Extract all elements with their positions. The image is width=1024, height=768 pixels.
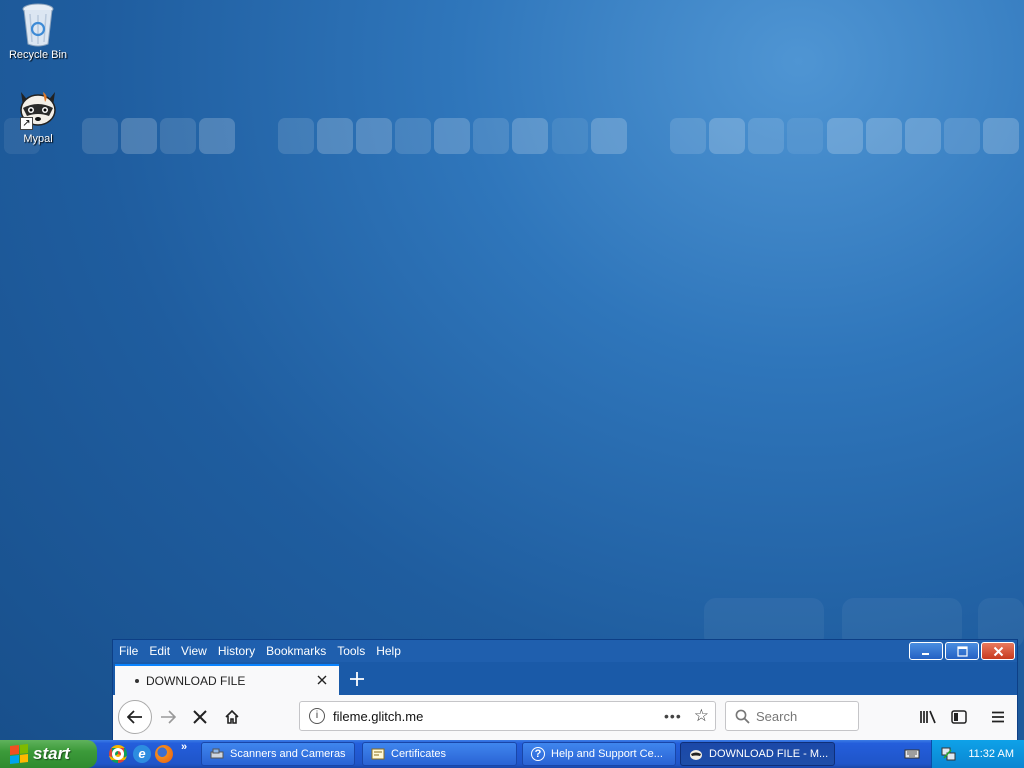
close-icon (993, 646, 1003, 656)
stop-button[interactable] (185, 702, 215, 732)
task-scanners-and-cameras[interactable]: Scanners and Cameras (201, 742, 355, 766)
task-help-and-support[interactable]: ? Help and Support Ce... (522, 742, 676, 766)
task-certificates[interactable]: Certificates (362, 742, 517, 766)
new-tab-button[interactable] (344, 666, 370, 692)
url-text: fileme.glitch.me (333, 708, 424, 724)
quick-launch-more-icon[interactable]: » (181, 741, 187, 753)
start-button[interactable]: start (0, 740, 97, 768)
tab-close-button[interactable] (311, 672, 333, 690)
back-arrow-icon (127, 710, 142, 724)
maximize-button[interactable] (945, 642, 979, 660)
sidebar-icon (951, 710, 967, 724)
mypal-icon (689, 747, 703, 761)
tab-loading-icon (135, 678, 139, 683)
desktop-icon-label: Recycle Bin (8, 49, 68, 61)
menu-help[interactable]: Help (376, 644, 401, 658)
help-icon: ? (531, 747, 545, 761)
firefox-icon[interactable] (155, 745, 173, 763)
keyboard-icon[interactable] (904, 746, 920, 763)
menu-tools[interactable]: Tools (337, 644, 365, 658)
maximize-icon (956, 645, 968, 657)
menu-button[interactable] (985, 704, 1011, 730)
window-controls (907, 642, 1015, 660)
search-placeholder: Search (756, 708, 798, 724)
shortcut-arrow-icon: ↗ (20, 117, 33, 130)
plus-icon (350, 672, 364, 686)
home-button[interactable] (217, 702, 247, 732)
menu-bookmarks[interactable]: Bookmarks (266, 644, 326, 658)
menu-bar: File Edit View History Bookmarks Tools H… (113, 640, 1017, 662)
recycle-bin-icon (18, 2, 58, 47)
wallpaper-tiles (0, 116, 1024, 156)
minimize-icon (922, 653, 929, 655)
start-label: start (33, 744, 70, 763)
menu-file[interactable]: File (119, 644, 138, 658)
windows-flag-icon (10, 744, 28, 764)
internet-explorer-icon[interactable]: e (133, 745, 151, 763)
task-download-file-mypal[interactable]: DOWNLOAD FILE - M... (680, 742, 835, 766)
taskbar: start e » Scanners and Cameras Certifica… (0, 740, 1024, 768)
raccoon-icon: ↗ (18, 86, 58, 130)
stop-icon (193, 710, 207, 724)
library-icon (920, 710, 936, 724)
scanner-icon (210, 747, 224, 761)
tab-title: DOWNLOAD FILE (146, 673, 246, 688)
bookmark-star-icon[interactable]: ☆ (694, 706, 709, 726)
search-input[interactable]: Search (725, 701, 859, 731)
menu-history[interactable]: History (218, 644, 255, 658)
certificate-icon (371, 747, 385, 761)
browser-window: File Edit View History Bookmarks Tools H… (112, 639, 1018, 741)
close-icon (317, 675, 327, 684)
forward-button[interactable] (153, 702, 183, 732)
forward-arrow-icon (161, 710, 176, 724)
task-label: Help and Support Ce... (551, 748, 663, 760)
desktop-icon-recycle-bin[interactable]: Recycle Bin (0, 2, 76, 61)
navigation-toolbar: i fileme.glitch.me ••• ☆ Search (113, 695, 1017, 741)
task-label: Scanners and Cameras (230, 748, 346, 760)
system-tray: 11:32 AM (931, 740, 1024, 768)
desktop-icon-label: Mypal (23, 133, 53, 145)
home-icon (225, 709, 239, 724)
task-label: DOWNLOAD FILE - M... (709, 748, 829, 760)
chrome-icon[interactable] (109, 745, 127, 763)
search-icon (735, 709, 750, 724)
minimize-button[interactable] (909, 642, 943, 660)
back-button[interactable] (118, 700, 152, 734)
site-info-icon[interactable]: i (309, 708, 325, 724)
hamburger-icon (992, 711, 1004, 723)
clock[interactable]: 11:32 AM (968, 748, 1014, 760)
menu-view[interactable]: View (181, 644, 207, 658)
network-icon[interactable] (941, 746, 957, 765)
tab-strip: DOWNLOAD FILE (113, 662, 1017, 695)
page-actions-icon[interactable]: ••• (664, 708, 682, 724)
address-bar[interactable]: i fileme.glitch.me ••• ☆ (299, 701, 716, 731)
close-window-button[interactable] (981, 642, 1015, 660)
tab-download-file[interactable]: DOWNLOAD FILE (115, 664, 339, 695)
sidebar-button[interactable] (946, 704, 972, 730)
menu-edit[interactable]: Edit (149, 644, 170, 658)
library-button[interactable] (915, 704, 941, 730)
desktop-icon-mypal[interactable]: ↗ Mypal (0, 86, 76, 145)
task-label: Certificates (391, 748, 447, 760)
